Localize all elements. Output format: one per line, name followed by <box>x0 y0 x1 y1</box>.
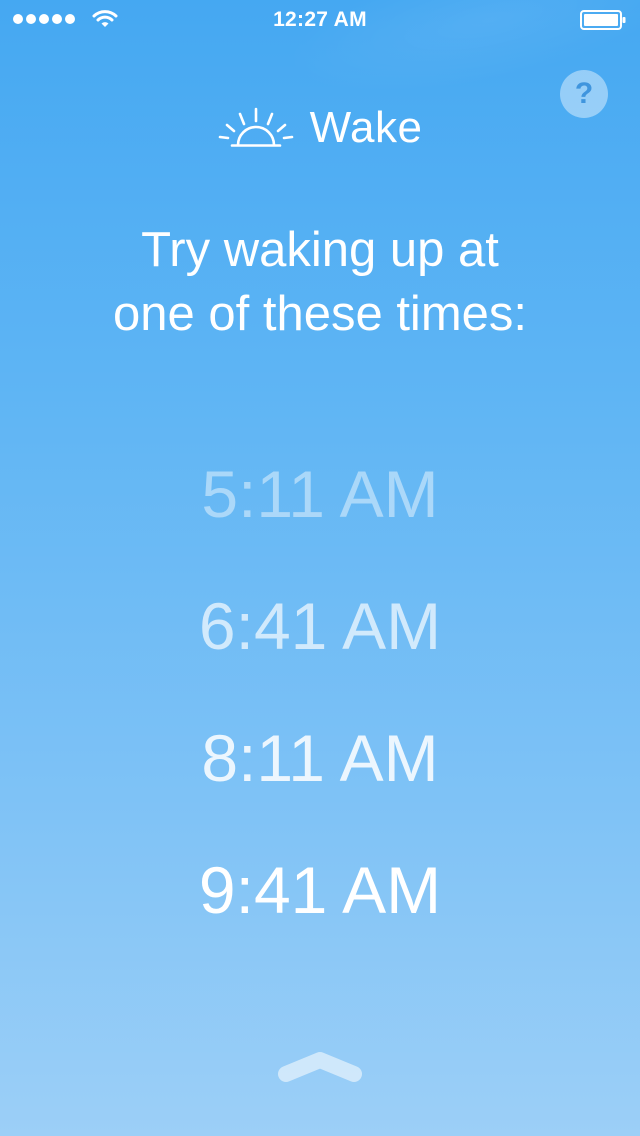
screen: 12:27 AM ? Wake Try waking up at one of … <box>0 0 640 1136</box>
wake-time-option[interactable]: 8:11 AM <box>0 719 640 851</box>
status-bar: 12:27 AM <box>0 0 640 40</box>
wake-prompt-line-1: Try waking up at <box>141 223 499 277</box>
wake-prompt: Try waking up at one of these times: <box>0 218 640 346</box>
header: Wake <box>0 98 640 158</box>
page-title: Wake <box>309 103 423 152</box>
wake-time-option[interactable]: 5:11 AM <box>0 455 640 587</box>
wake-time-option[interactable]: 9:41 AM <box>0 851 640 983</box>
wake-times-list: 5:11 AM 6:41 AM 8:11 AM 9:41 AM <box>0 455 640 983</box>
wake-prompt-line-2: one of these times: <box>112 287 527 341</box>
sunrise-icon <box>218 107 293 147</box>
status-time: 12:27 AM <box>273 8 367 31</box>
chevron-up-icon[interactable] <box>276 1046 364 1086</box>
battery-icon <box>580 10 626 30</box>
wake-time-option[interactable]: 6:41 AM <box>0 587 640 719</box>
